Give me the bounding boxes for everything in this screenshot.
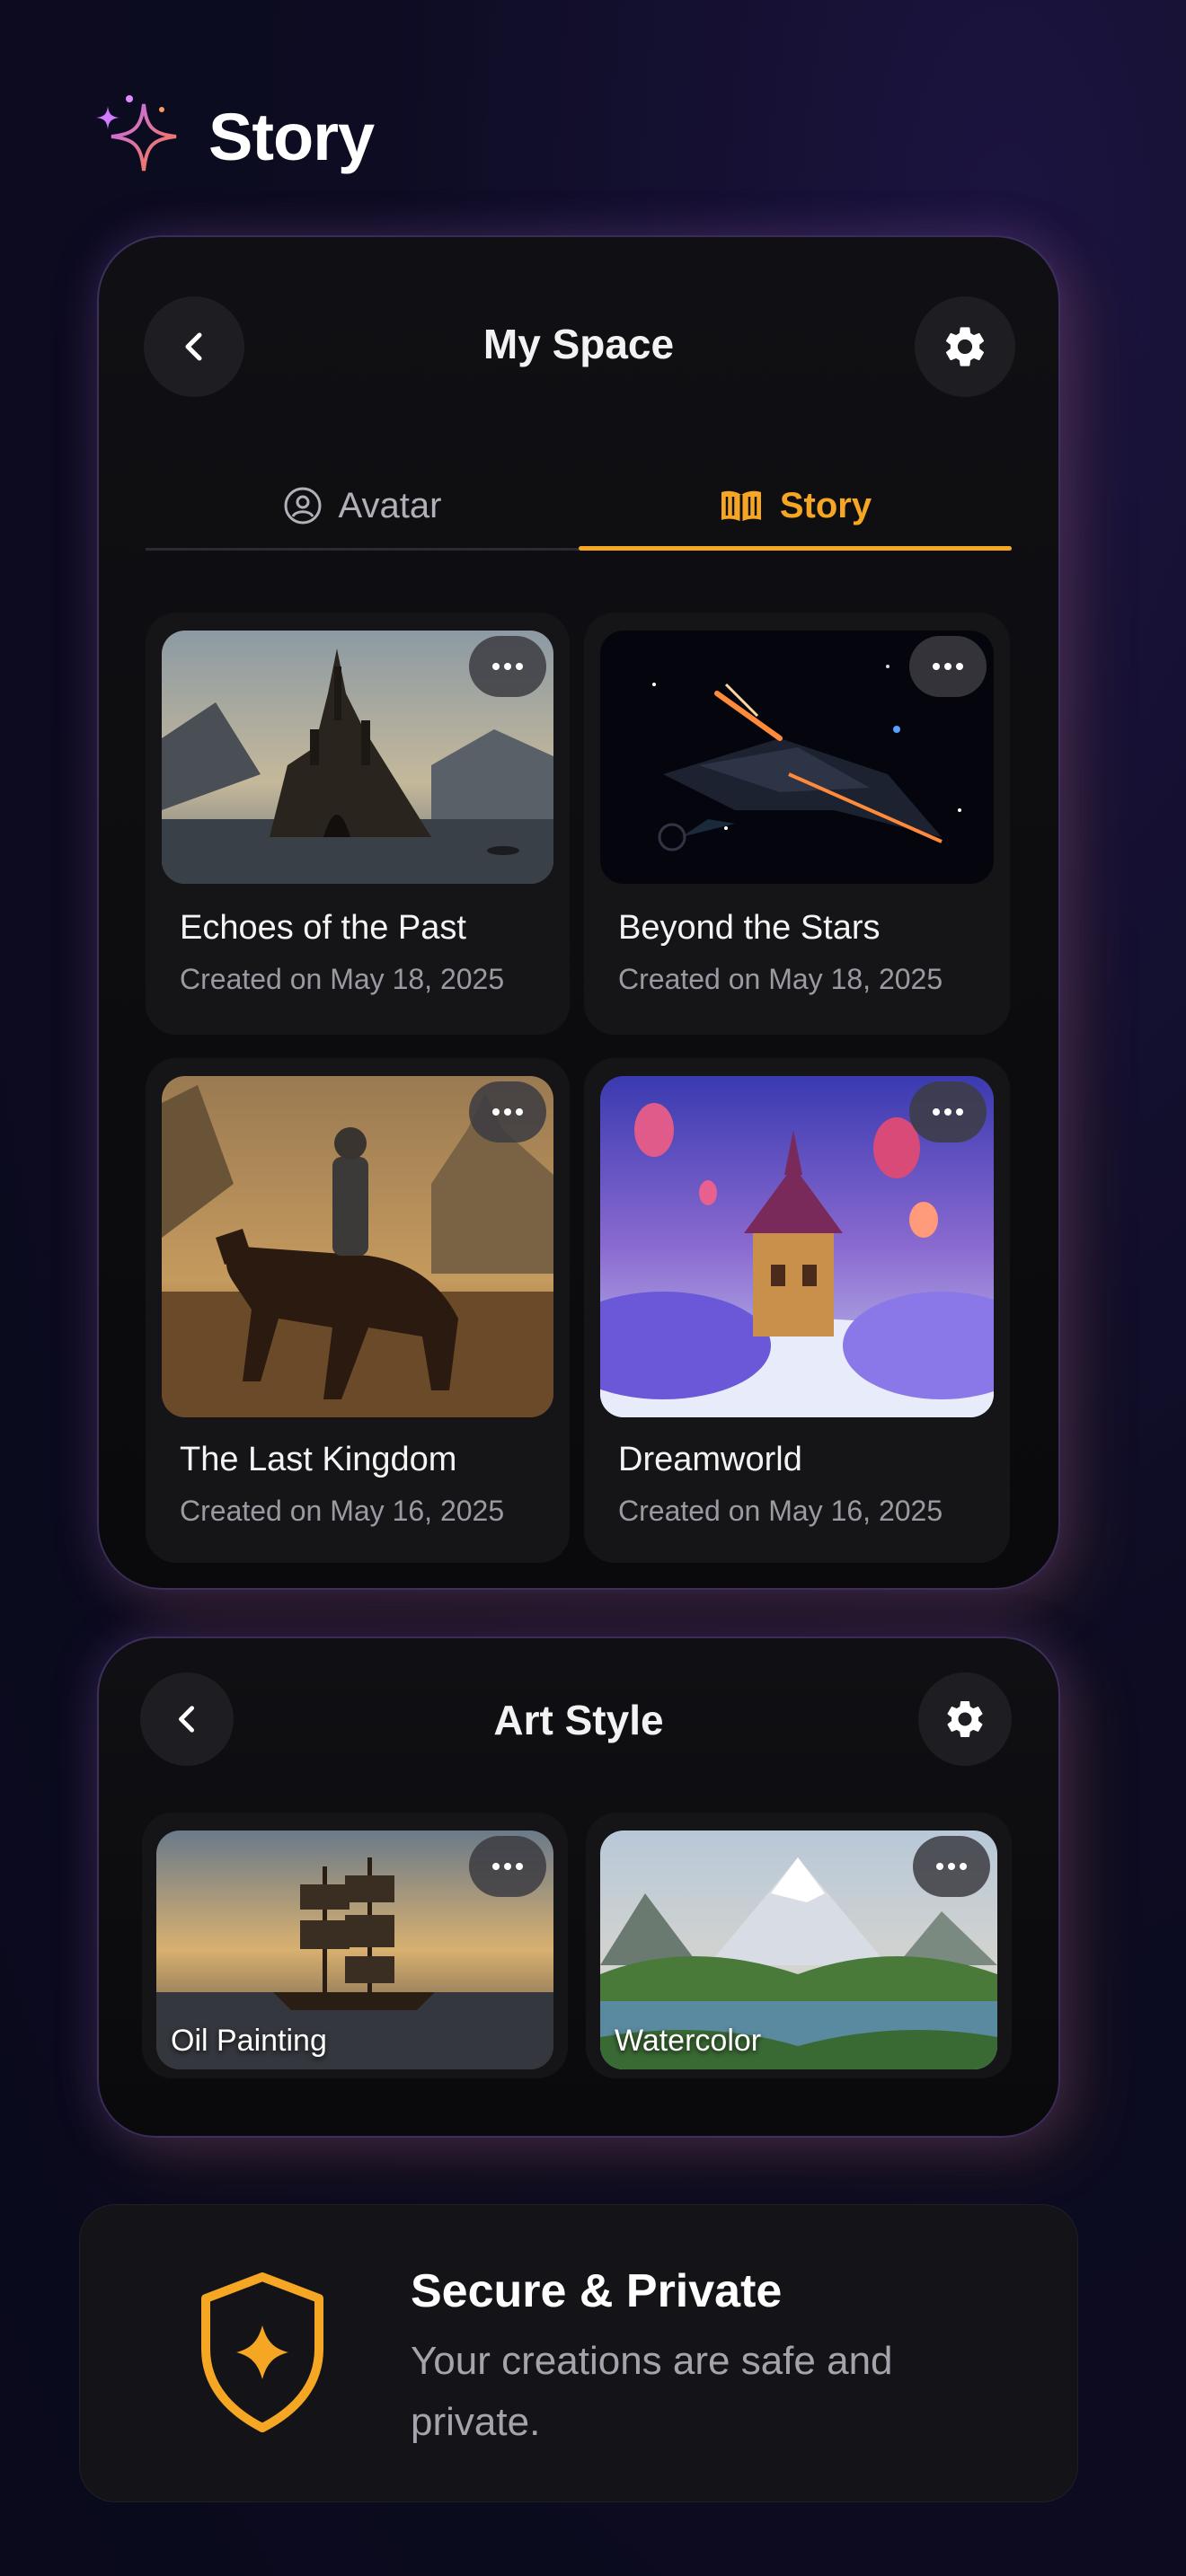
style-label: Oil Painting — [171, 2024, 327, 2058]
book-icon — [721, 490, 761, 522]
story-image-knight — [162, 1076, 553, 1417]
story-date: Created on May 18, 2025 — [618, 963, 943, 995]
art-style-card[interactable]: Oil Painting — [142, 1813, 568, 2078]
shield-icon — [201, 2272, 323, 2432]
my-space-panel: My Space Avatar Story Echoes of the Past… — [97, 235, 1060, 1590]
story-card[interactable]: The Last Kingdom Created on May 16, 2025 — [146, 1058, 570, 1563]
story-card[interactable]: Echoes of the Past Created on May 18, 20… — [146, 613, 570, 1035]
tab-avatar[interactable]: Avatar — [146, 463, 579, 548]
style-image-oil-painting: Oil Painting — [156, 1831, 553, 2069]
more-button[interactable] — [469, 636, 546, 697]
more-button[interactable] — [909, 636, 987, 697]
secure-banner: Secure & Private Your creations are safe… — [79, 2204, 1078, 2502]
story-title: Dreamworld — [618, 1441, 802, 1478]
settings-button[interactable] — [915, 296, 1015, 397]
art-style-card[interactable]: Watercolor — [586, 1813, 1012, 2078]
art-style-panel: Art Style Oil Painting Watercolor — [97, 1636, 1060, 2138]
story-image-spaceship — [600, 631, 994, 884]
secure-title: Secure & Private — [411, 2265, 783, 2317]
story-image-dreamworld — [600, 1076, 994, 1417]
tab-avatar-label: Avatar — [338, 485, 442, 525]
gear-icon — [945, 327, 985, 366]
tab-story-label: Story — [779, 485, 872, 525]
gear-icon — [947, 1701, 983, 1737]
panel-title: Art Style — [493, 1697, 664, 1743]
story-date: Created on May 16, 2025 — [180, 1495, 505, 1527]
app-header: Story — [90, 86, 375, 187]
app-title: Story — [208, 99, 375, 174]
story-card[interactable]: Dreamworld Created on May 16, 2025 — [584, 1058, 1010, 1563]
style-image-watercolor: Watercolor — [600, 1831, 997, 2069]
secure-description: Your creations are safe and private. — [411, 2339, 893, 2444]
story-title: The Last Kingdom — [180, 1441, 457, 1478]
more-button[interactable] — [913, 1836, 990, 1897]
story-date: Created on May 16, 2025 — [618, 1495, 943, 1527]
more-button[interactable] — [469, 1081, 546, 1142]
story-date: Created on May 18, 2025 — [180, 963, 505, 995]
tab-bar: Avatar Story — [146, 463, 1012, 551]
sparkle-logo-icon — [96, 95, 177, 172]
story-title: Beyond the Stars — [618, 909, 881, 947]
story-title: Echoes of the Past — [180, 909, 466, 947]
style-label: Watercolor — [615, 2024, 762, 2058]
settings-button[interactable] — [918, 1672, 1012, 1766]
more-button[interactable] — [909, 1081, 987, 1142]
story-card[interactable]: Beyond the Stars Created on May 18, 2025 — [584, 613, 1010, 1035]
avatar-icon — [284, 487, 322, 525]
story-image-castle — [162, 631, 553, 884]
more-button[interactable] — [469, 1836, 546, 1897]
tab-story[interactable]: Story — [579, 463, 1012, 551]
